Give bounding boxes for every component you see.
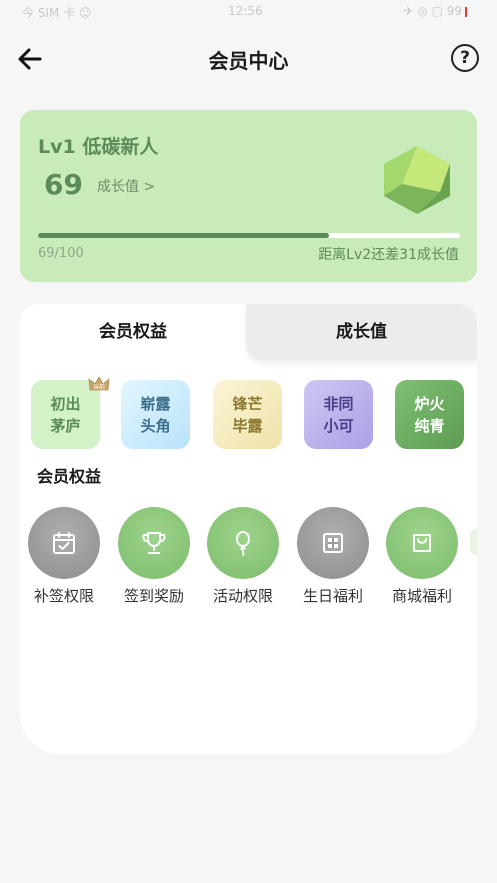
level-tile-5[interactable]: 炉火 纯青	[395, 380, 464, 449]
page-title: 会员中心	[208, 49, 289, 73]
level-gem-icon	[384, 146, 450, 214]
benefit-mall-perks[interactable]: 商城福利	[382, 507, 462, 606]
clock: 12:56	[228, 4, 263, 18]
level-tile-line2: 毕露	[232, 416, 263, 435]
growth-progress-bar	[38, 233, 460, 238]
tab-growth-value[interactable]: 成长值	[246, 304, 477, 360]
progress-text: 69/100	[38, 246, 84, 261]
trophy-icon	[142, 532, 166, 554]
benefit-checkin-reward[interactable]: 签到奖励	[114, 507, 194, 606]
benefit-activity-access[interactable]: 活动权限	[203, 507, 283, 606]
benefit-label: 商城福利	[391, 587, 452, 605]
level-tile-line2: 头角	[140, 416, 171, 435]
current-level-crown-icon: 当前	[88, 376, 110, 391]
benefit-label: 活动权限	[212, 587, 273, 605]
benefit-icon-circle	[118, 507, 190, 579]
level-tile-4[interactable]: 非同 小可	[304, 380, 373, 449]
level-tile-2[interactable]: 崭露 头角	[121, 380, 190, 449]
section-title: 会员权益	[37, 467, 102, 486]
status-icons: ✈ ◎ ▢ 99	[403, 4, 473, 18]
level-tile-line1: 锋芒	[232, 394, 263, 413]
growth-score: 69	[44, 168, 83, 201]
level-tile-3[interactable]: 锋芒 毕露	[213, 380, 282, 449]
nav-bar: 会员中心 ?	[0, 36, 497, 82]
growth-progress-fill	[38, 233, 330, 238]
benefit-icon-circle	[28, 507, 100, 579]
benefits-panel: 会员权益 成长值 初出 茅庐 当前 崭露 头角 锋芒 毕露 非同 小可 炉火 纯…	[20, 304, 477, 754]
level-tile-line1: 非同	[323, 394, 354, 413]
benefit-label: 签到奖励	[123, 587, 184, 605]
remaining-growth-text: 距离Lv2还差31成长值	[318, 247, 459, 263]
calendar-check-icon	[53, 532, 75, 554]
benefit-icon-circle	[386, 507, 458, 579]
shopping-bag-icon	[413, 534, 431, 552]
level-tile-line2: 纯青	[414, 416, 445, 435]
tab-member-benefits[interactable]: 会员权益	[20, 304, 246, 360]
benefit-icon-circle	[297, 507, 369, 579]
level-tile-line1: 初出	[50, 394, 81, 413]
level-tile-line1: 崭露	[140, 394, 171, 413]
benefit-label: 生日福利	[302, 587, 363, 605]
carrier-text: 今 SIM 卡 ☺	[22, 6, 92, 20]
help-button[interactable]: ?	[451, 44, 479, 72]
benefit-birthday-gift[interactable]: 生日福利	[293, 507, 373, 606]
balloon-icon	[236, 531, 250, 556]
level-card: Lv1 低碳新人 69 成长值 > 69/100 距离Lv2还差31成长值	[20, 110, 477, 282]
next-benefit-peek	[470, 529, 477, 555]
benefit-makeup-checkin[interactable]: 补签权限	[24, 507, 104, 606]
level-tile-line2: 茅庐	[50, 416, 81, 435]
battery-icon	[465, 6, 473, 17]
level-tile-line1: 炉火	[414, 394, 445, 413]
level-tile-line2: 小可	[323, 416, 354, 435]
growth-value-link[interactable]: 成长值 >	[97, 176, 155, 196]
status-bar: 今 SIM 卡 ☺ 12:56 ✈ ◎ ▢ 99	[0, 0, 497, 26]
gift-box-icon	[323, 533, 343, 553]
benefit-label: 补签权限	[33, 587, 94, 605]
level-title: Lv1 低碳新人	[38, 136, 159, 158]
svg-text:当前: 当前	[93, 383, 105, 391]
benefit-icon-circle	[207, 507, 279, 579]
